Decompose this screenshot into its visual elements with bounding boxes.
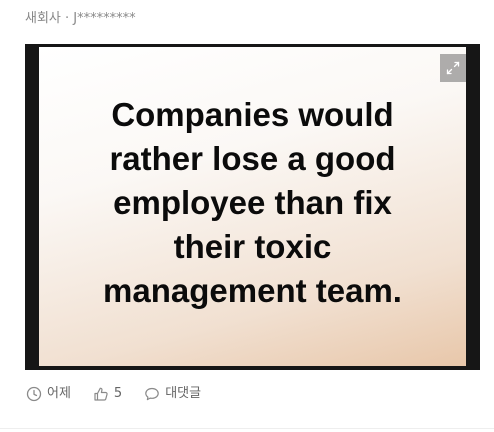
quote-line: employee than fix: [113, 183, 392, 221]
expand-icon: [446, 61, 460, 75]
like-button[interactable]: 5: [93, 384, 122, 404]
quote-line: management team.: [103, 271, 402, 309]
quote-line: Companies would: [111, 95, 394, 133]
reply-button[interactable]: 대댓글: [144, 384, 201, 404]
comment-icon: [145, 387, 160, 401]
quote-line: rather lose a good: [109, 139, 396, 177]
like-count: 5: [113, 386, 123, 401]
reply-label: 대댓글: [165, 386, 202, 401]
clock-icon: [26, 386, 42, 402]
post-time: 어제: [26, 384, 71, 404]
post-meta-row: 어제 5 대댓글: [26, 384, 223, 404]
quote-line: their toxic: [173, 227, 332, 265]
quote-image: Companies would rather lose a good emplo…: [39, 47, 466, 366]
post-author-line: 새회사 · J*********: [25, 11, 136, 26]
divider: [0, 428, 494, 429]
expand-image-button[interactable]: [440, 54, 466, 82]
quote-text: Companies would rather lose a good emplo…: [97, 93, 408, 313]
post-image[interactable]: Companies would rather lose a good emplo…: [25, 44, 480, 370]
thumbs-up-icon: [94, 387, 108, 401]
post-time-text: 어제: [47, 386, 71, 401]
